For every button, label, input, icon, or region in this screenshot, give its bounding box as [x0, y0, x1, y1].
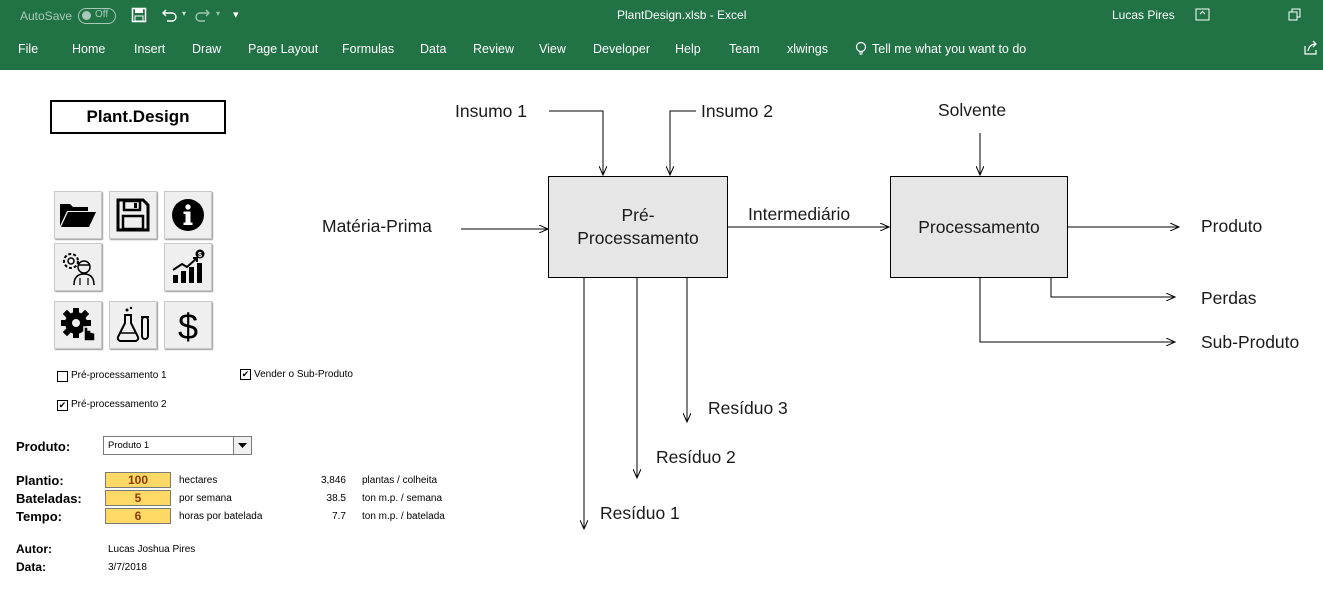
- residuo-1-label: Resíduo 1: [600, 503, 680, 523]
- sub-produto-label: Sub-Produto: [1201, 332, 1300, 352]
- pre-processamento-line1: Pré-: [621, 205, 655, 225]
- residuo-2-label: Resíduo 2: [656, 447, 736, 467]
- insumo-1-arrow: [549, 110, 603, 175]
- perdas-label: Perdas: [1201, 288, 1257, 308]
- residuo-3-label: Resíduo 3: [708, 398, 788, 418]
- sub-produto-arrow: [979, 278, 1175, 342]
- produto-label-diagram: Produto: [1201, 216, 1263, 236]
- processamento-text: Processamento: [918, 216, 1040, 237]
- processamento-box[interactable]: Processamento: [890, 176, 1068, 278]
- perdas-arrow: [1050, 278, 1175, 297]
- materia-prima-label: Matéria-Prima: [322, 216, 432, 236]
- pre-processamento-text: Pré- Processamento: [577, 204, 699, 250]
- pre-processamento-box[interactable]: Pré- Processamento: [548, 176, 728, 278]
- insumo-2-arrow: [670, 110, 696, 175]
- pre-processamento-line2: Processamento: [577, 228, 699, 248]
- insumo-2-label: Insumo 2: [701, 101, 773, 121]
- solvente-label: Solvente: [938, 100, 1007, 120]
- insumo-1-label: Insumo 1: [455, 101, 527, 121]
- intermediario-label: Intermediário: [748, 204, 851, 224]
